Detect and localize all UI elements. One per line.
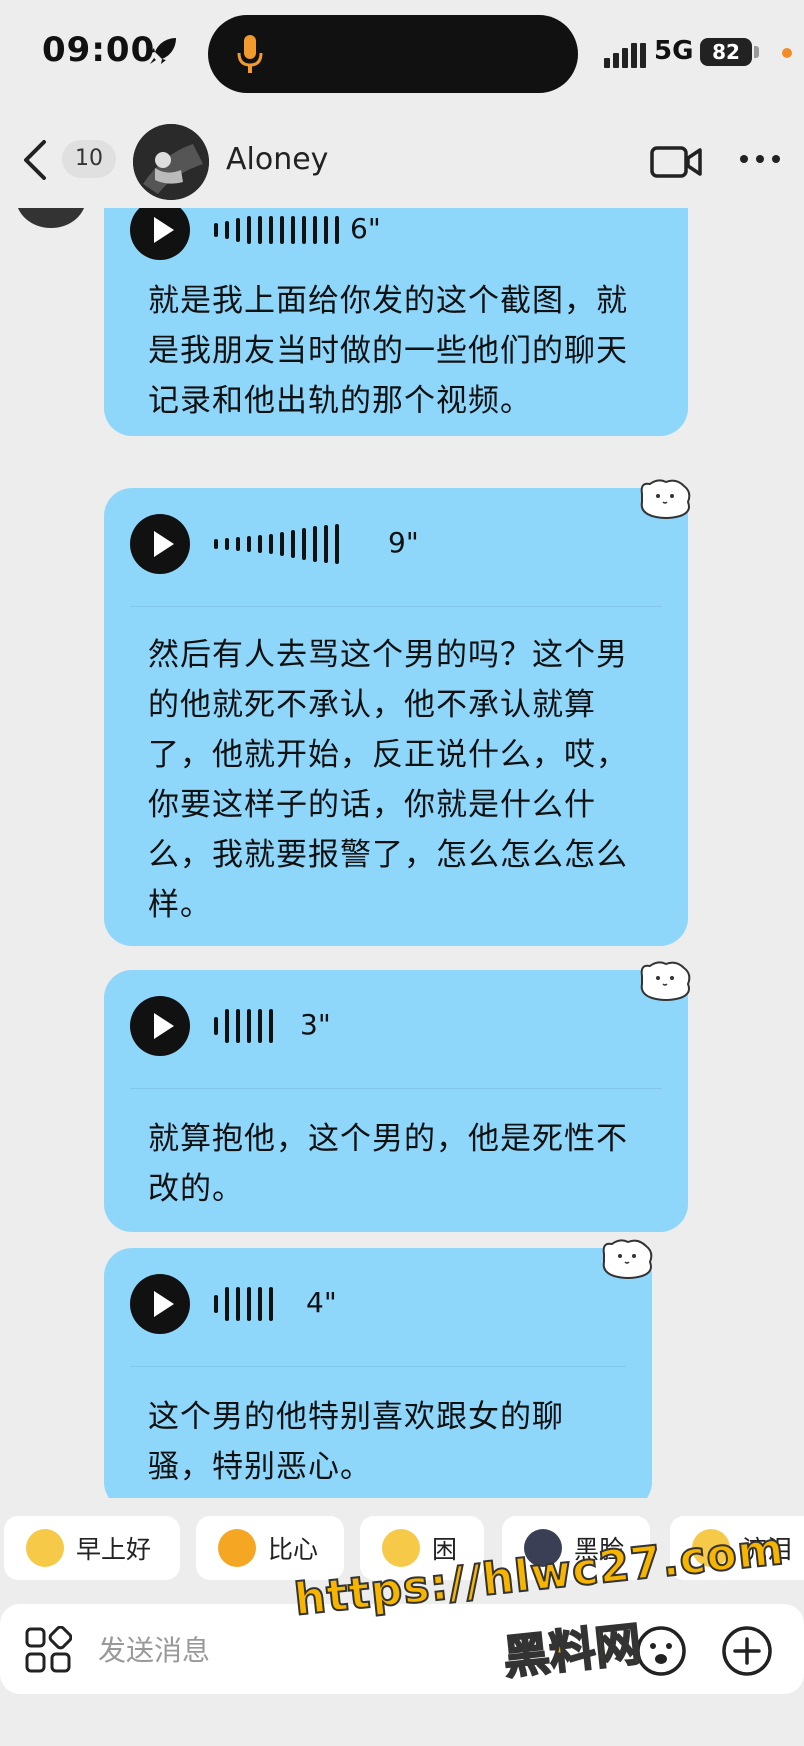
- sun-emoji-icon: [26, 1529, 64, 1567]
- transcription-text: 就算抱他，这个男的，他是死性不改的。: [148, 1121, 628, 1207]
- network-label: 5G: [654, 36, 694, 66]
- divider: [130, 1366, 626, 1367]
- battery-tip: [754, 46, 759, 58]
- quick-reply-chip[interactable]: 流泪: [670, 1516, 804, 1580]
- waveform-icon: [214, 208, 339, 252]
- voice-player[interactable]: 6": [130, 208, 650, 260]
- cat-sticker-icon: [602, 1239, 653, 1279]
- divider: [130, 1088, 662, 1089]
- play-button[interactable]: [130, 514, 190, 574]
- play-button[interactable]: [130, 1274, 190, 1334]
- privacy-indicator-dot: [782, 48, 792, 58]
- sleepy-emoji-icon: [382, 1529, 420, 1567]
- quick-reply-chip[interactable]: 困: [360, 1516, 484, 1580]
- crying-emoji-icon: [692, 1529, 730, 1567]
- battery-icon: 82: [700, 38, 752, 66]
- avatar[interactable]: [133, 124, 209, 200]
- voice-player[interactable]: 3": [130, 996, 650, 1056]
- quick-reply-label: 流泪: [742, 1535, 793, 1564]
- dynamic-island: [208, 15, 578, 93]
- quick-reply-bar: 早上好 比心 困 黑脸 流泪: [0, 1516, 804, 1582]
- transcription-text: 就是我上面给你发的这个截图，就是我朋友当时做的一些他们的聊天记录和他出轨的那个视…: [148, 283, 628, 419]
- heart-hands-emoji-icon: [218, 1529, 256, 1567]
- voice-message-bubble[interactable]: 3" 就算抱他，这个男的，他是死性不改的。: [104, 970, 688, 1232]
- voice-duration: 9": [388, 526, 419, 559]
- status-bar: 09:00 5G 82: [0, 0, 804, 108]
- divider: [130, 606, 662, 607]
- contact-name[interactable]: Aloney: [226, 142, 328, 177]
- play-button[interactable]: [130, 996, 190, 1056]
- cat-sticker-icon: [640, 961, 691, 1001]
- transcription-text: 然后有人去骂这个男的吗？这个男的他就死不承认，他不承认就算了，他就开始，反正说什…: [148, 637, 628, 923]
- video-call-icon[interactable]: [650, 142, 702, 182]
- emoji-icon[interactable]: [634, 1624, 688, 1678]
- voice-duration: 3": [300, 1008, 331, 1041]
- voice-duration: 6": [350, 212, 381, 245]
- quick-reply-label: 黑脸: [574, 1535, 625, 1564]
- quick-reply-label: 早上好: [76, 1535, 152, 1564]
- voice-message-bubble[interactable]: 9" 然后有人去骂这个男的吗？这个男的他就死不承认，他不承认就算了，他就开始，反…: [104, 488, 688, 946]
- message-input-bar: [0, 1604, 804, 1694]
- voice-message-bubble[interactable]: 4" 这个男的他特别喜欢跟女的聊骚，特别恶心。: [104, 1248, 652, 1498]
- waveform-icon: [214, 522, 339, 566]
- quick-reply-label: 困: [432, 1535, 458, 1564]
- quick-reply-label: 比心: [268, 1535, 319, 1564]
- voice-player[interactable]: 9": [130, 514, 650, 574]
- quick-reply-chip[interactable]: 早上好: [4, 1516, 180, 1580]
- rocket-icon: [150, 38, 176, 64]
- waveform-icon: [214, 1004, 273, 1048]
- waveform-icon: [214, 1282, 273, 1326]
- more-icon[interactable]: [738, 152, 782, 166]
- quick-reply-chip[interactable]: 黑脸: [502, 1516, 650, 1580]
- dark-face-emoji-icon: [524, 1529, 562, 1567]
- status-time: 09:00: [42, 30, 156, 70]
- chat-message-list[interactable]: 6" 就是我上面给你发的这个截图，就是我朋友当时做的一些他们的聊天记录和他出轨的…: [0, 208, 804, 1498]
- voice-duration: 4": [306, 1286, 337, 1319]
- voice-player[interactable]: 4": [130, 1274, 650, 1334]
- chat-header: 10 Aloney: [0, 108, 804, 208]
- quick-reply-chip[interactable]: 比心: [196, 1516, 344, 1580]
- chevron-left-icon[interactable]: [20, 138, 50, 182]
- signal-icon: [604, 43, 646, 68]
- microphone-icon: [237, 35, 263, 73]
- plus-icon[interactable]: [720, 1624, 774, 1678]
- avatar-photo: [133, 124, 209, 200]
- message-input[interactable]: [96, 1624, 520, 1676]
- cat-sticker-icon: [640, 479, 691, 519]
- transcription-text: 这个男的他特别喜欢跟女的聊骚，特别恶心。: [148, 1399, 564, 1485]
- peer-avatar[interactable]: [16, 208, 86, 228]
- voice-message-bubble[interactable]: 6" 就是我上面给你发的这个截图，就是我朋友当时做的一些他们的聊天记录和他出轨的…: [104, 208, 688, 436]
- unread-count-badge[interactable]: 10: [62, 140, 116, 178]
- play-button[interactable]: [130, 208, 190, 260]
- apps-grid-icon[interactable]: [24, 1626, 72, 1674]
